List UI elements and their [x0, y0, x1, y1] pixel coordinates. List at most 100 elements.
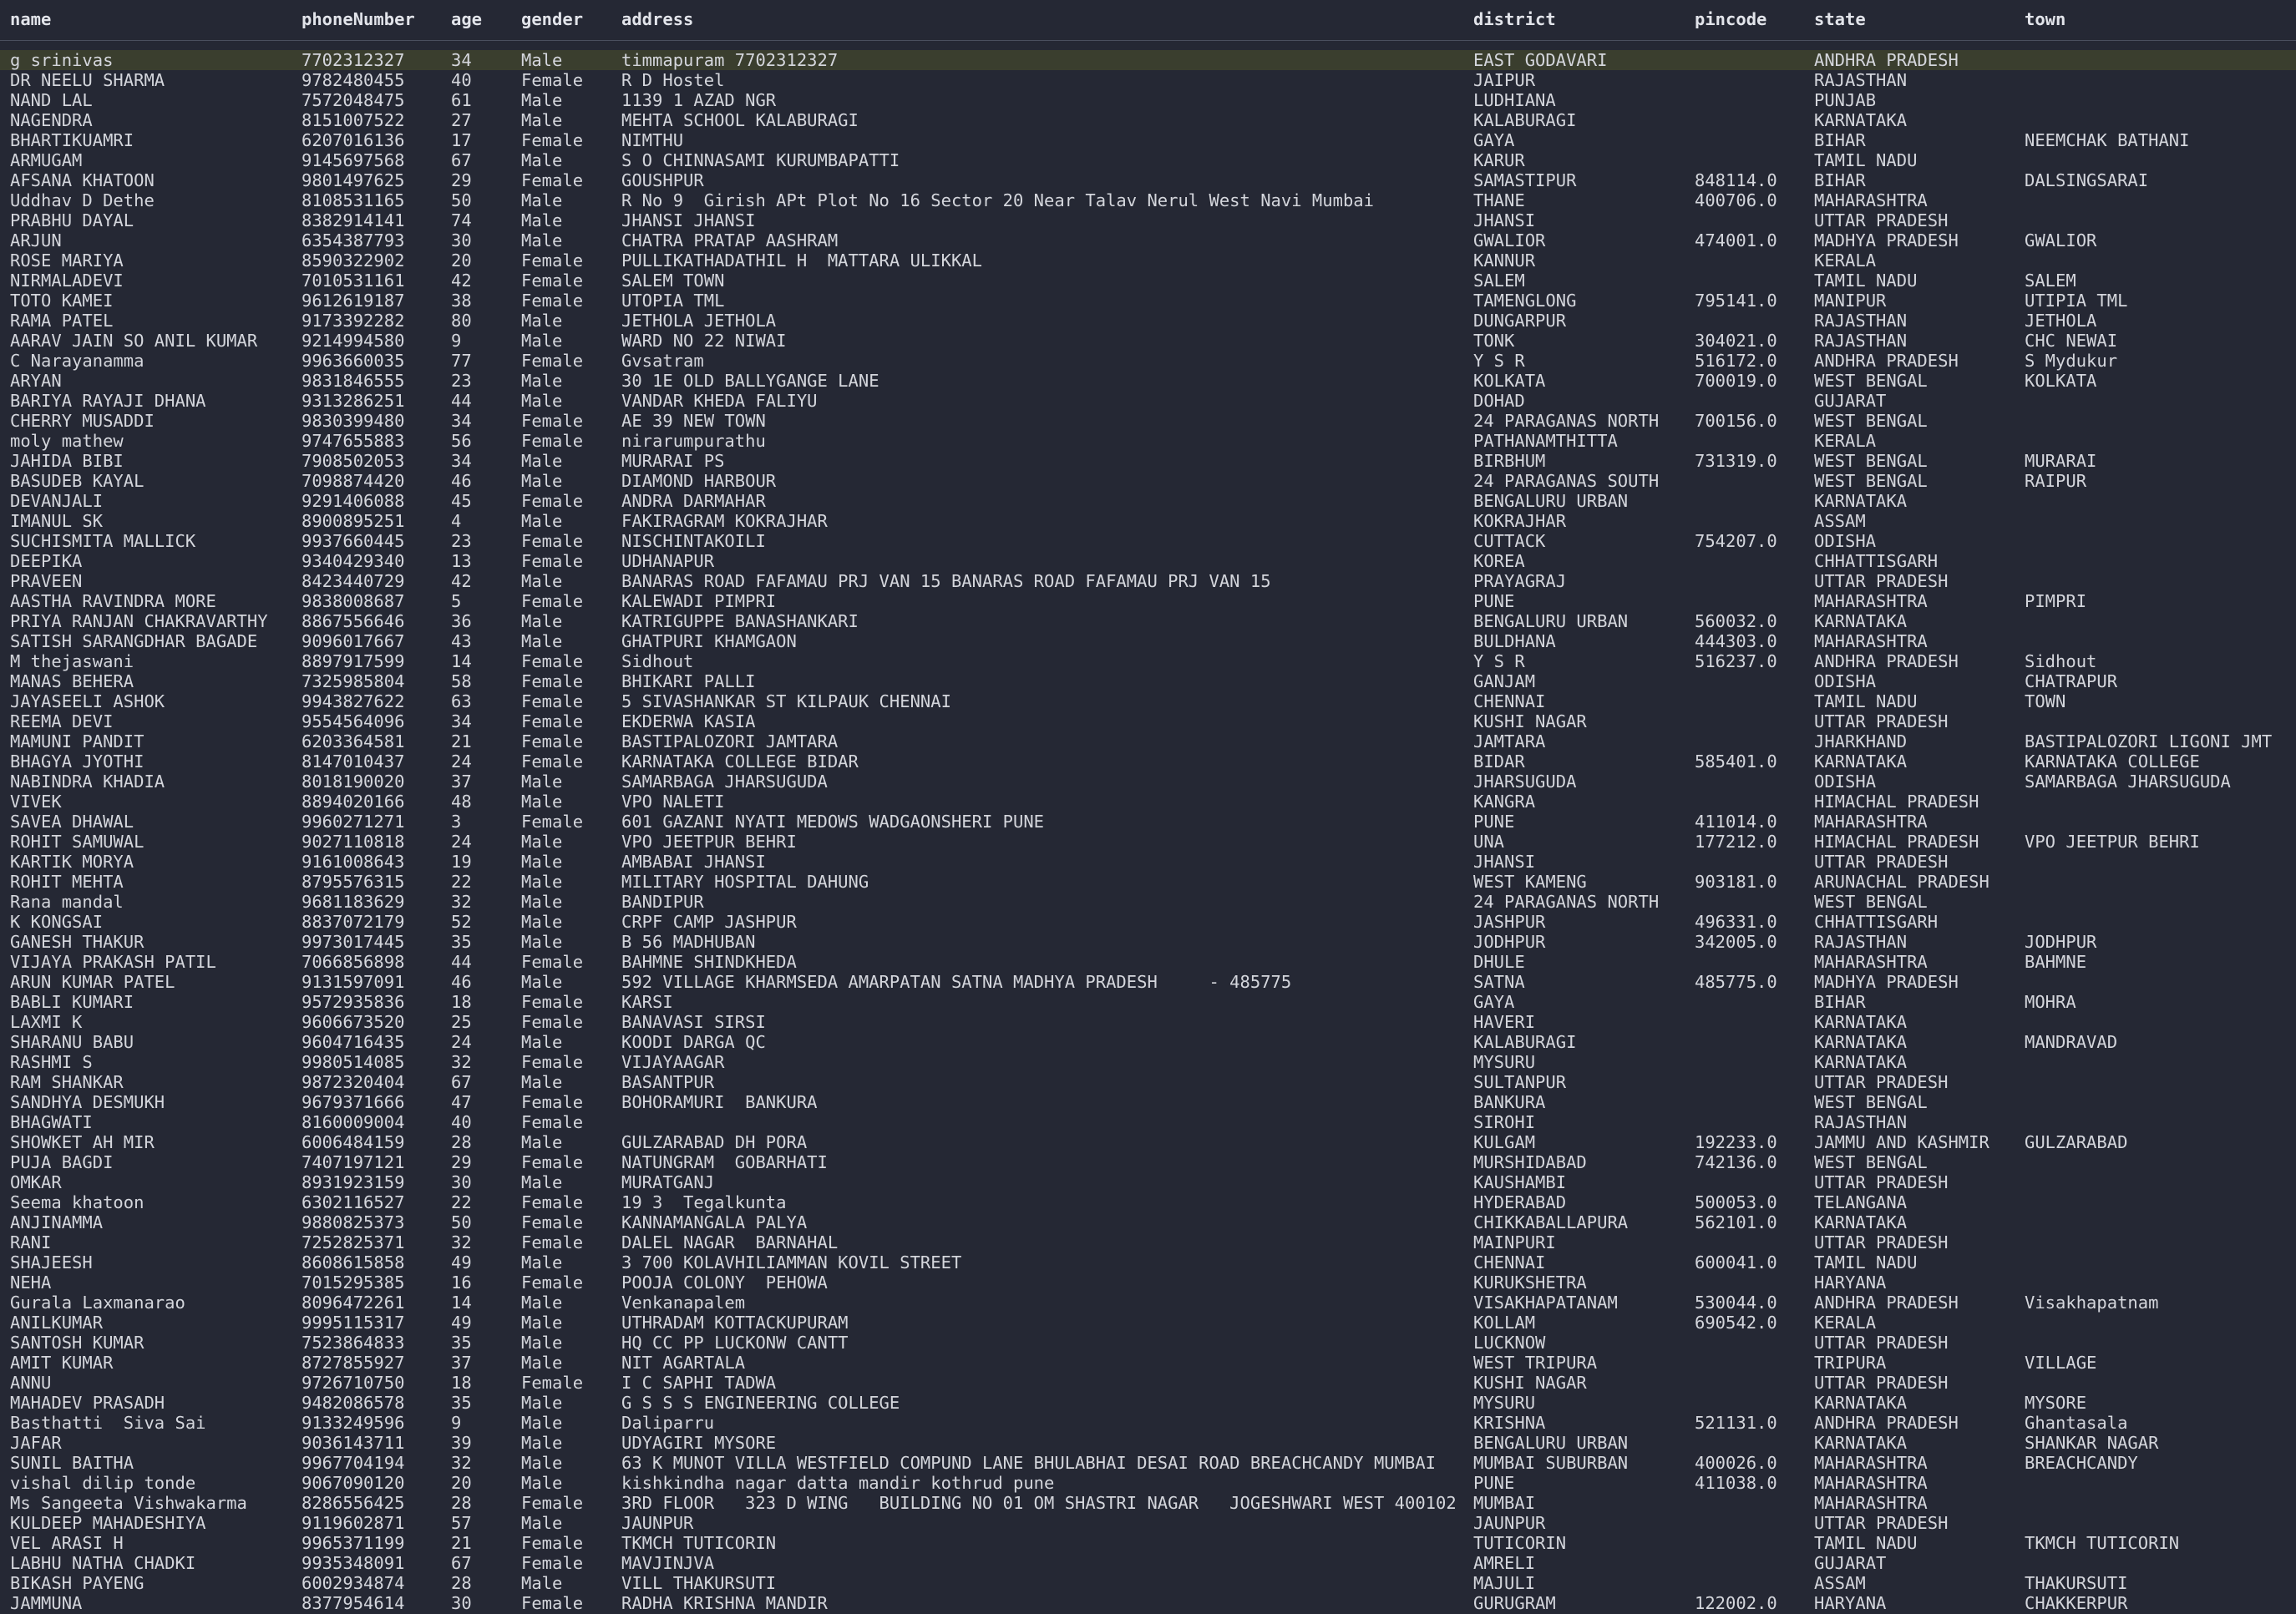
- table-row[interactable]: ARJUN 6354387793 30 Male CHATRA PRATAP AASHR…: [0, 230, 2296, 250]
- table-row[interactable]: BABLI KUMARI 9572935836 18 Female KARSI GAYA B…: [0, 992, 2296, 1012]
- table-row[interactable]: DEEPIKA 9340429340 13 Female UDHANAPUR KOREA C…: [0, 551, 2296, 571]
- table-row[interactable]: DEVANJALI 9291406088 45 Female ANDRA DARMAHA…: [0, 491, 2296, 511]
- column-header-town[interactable]: town: [2025, 9, 2065, 29]
- table-row[interactable]: KARTIK MORYA 9161008643 19 Male AMBABAI JHAN…: [0, 852, 2296, 872]
- table-row[interactable]: Rana mandal 9681183629 32 Male BANDIPUR 24 PA…: [0, 892, 2296, 912]
- table-row[interactable]: NIRMALADEVI 7010531161 42 Female SALEM TOWN S…: [0, 271, 2296, 291]
- table-row[interactable]: SANDHYA DESMUKH 9679371666 47 Female BOHORAM…: [0, 1092, 2296, 1112]
- table-row[interactable]: GANESH THAKUR 9973017445 35 Male B 56 MADHUB…: [0, 932, 2296, 952]
- column-header-state[interactable]: state: [1814, 9, 1866, 29]
- cell-address: ANDRA DARMAHAR: [621, 491, 766, 511]
- table-row[interactable]: SHOWKET AH MIR 6006484159 28 Male GULZARABAD…: [0, 1132, 2296, 1152]
- table-row[interactable]: ARYAN 9831846555 23 Male 30 1E OLD BALLYGANG…: [0, 371, 2296, 391]
- table-row[interactable]: DR NEELU SHARMA 9782480455 40 Female R D Hos…: [0, 70, 2296, 90]
- cell-address: PULLIKATHADATHIL H MATTARA ULIKKAL: [621, 250, 982, 271]
- table-row[interactable]: BHAGYA JYOTHI 8147010437 24 Female KARNATAKA…: [0, 751, 2296, 772]
- table-row[interactable]: g srinivas 7702312327 34 Male timmapuram 770…: [0, 50, 2296, 70]
- table-row[interactable]: CHERRY MUSADDI 9830399480 34 Female AE 39 NE…: [0, 411, 2296, 431]
- table-row[interactable]: RAMA PATEL 9173392282 80 Male JETHOLA JETHOL…: [0, 311, 2296, 331]
- cell-state: UTTAR PRADESH: [1814, 1232, 1949, 1252]
- table-row[interactable]: SUCHISMITA MALLICK 9937660445 23 Female NISC…: [0, 531, 2296, 551]
- table-row[interactable]: SANTOSH KUMAR 7523864833 35 Male HQ CC PP LU…: [0, 1333, 2296, 1353]
- table-row[interactable]: ROHIT SAMUWAL 9027110818 24 Male VPO JEETPUR…: [0, 832, 2296, 852]
- table-row[interactable]: AARAV JAIN SO ANIL KUMAR 9214994580 9 Male W…: [0, 331, 2296, 351]
- table-row[interactable]: BHAGWATI 8160009004 40 Female SIROHI RAJASTHA…: [0, 1112, 2296, 1132]
- table-row[interactable]: LABHU NATHA CHADKI 9935348091 67 Female MAVJ…: [0, 1553, 2296, 1573]
- table-row[interactable]: NABINDRA KHADIA 8018190020 37 Male SAMARBAGA…: [0, 772, 2296, 792]
- table-row[interactable]: PRAVEEN 8423440729 42 Male BANARAS ROAD FAFA…: [0, 571, 2296, 591]
- cell-address: MEHTA SCHOOL KALABURAGI: [621, 110, 859, 130]
- table-row[interactable]: ANJINAMMA 9880825373 50 Female KANNAMANGALA …: [0, 1212, 2296, 1232]
- table-row[interactable]: ROHIT MEHTA 8795576315 22 Male MILITARY HOSP…: [0, 872, 2296, 892]
- table-row[interactable]: Uddhav D Dethe 8108531165 50 Male R No 9 Gir…: [0, 190, 2296, 210]
- column-header-name[interactable]: name: [10, 9, 51, 29]
- table-row[interactable]: VEL ARASI H 9965371199 21 Female TKMCH TUTIC…: [0, 1533, 2296, 1553]
- table-row[interactable]: M thejaswani 8897917599 14 Female Sidhout Y S…: [0, 651, 2296, 671]
- table-row[interactable]: AMIT KUMAR 8727855927 37 Male NIT AGARTALA WE…: [0, 1353, 2296, 1373]
- table-row[interactable]: Ms Sangeeta Vishwakarma 8286556425 28 Femal…: [0, 1493, 2296, 1513]
- table-row[interactable]: NAGENDRA 8151007522 27 Male MEHTA SCHOOL KAL…: [0, 110, 2296, 130]
- table-row[interactable]: AASTHA RAVINDRA MORE 9838008687 5 Female KAL…: [0, 591, 2296, 611]
- cell-name: ROHIT SAMUWAL: [10, 832, 144, 852]
- table-row[interactable]: SUNIL BAITHA 9967704194 32 Male 63 K MUNOT V…: [0, 1453, 2296, 1473]
- table-row[interactable]: BHARTIKUAMRI 6207016136 17 Female NIMTHU GAYA…: [0, 130, 2296, 150]
- table-row[interactable]: SHARANU BABU 9604716435 24 Male KOODI DARGA …: [0, 1032, 2296, 1052]
- table-row[interactable]: vishal dilip tonde 9067090120 20 Male kishki…: [0, 1473, 2296, 1493]
- table-row[interactable]: AFSANA KHATOON 9801497625 29 Female GOUSHPUR…: [0, 170, 2296, 190]
- table-row[interactable]: moly mathew 9747655883 56 Female nirarumpura…: [0, 431, 2296, 451]
- table-row[interactable]: TOTO KAMEI 9612619187 38 Female UTOPIA TML TA…: [0, 291, 2296, 311]
- table-row[interactable]: JAYASEELI ASHOK 9943827622 63 Female 5 SIVAS…: [0, 691, 2296, 711]
- table-row[interactable]: PRIYA RANJAN CHAKRAVARTHY 8867556646 36 Mal…: [0, 611, 2296, 631]
- table-row[interactable]: ARMUGAM 9145697568 67 Male S O CHINNASAMI KU…: [0, 150, 2296, 170]
- table-row[interactable]: MANAS BEHERA 7325985804 58 Female BHIKARI PA…: [0, 671, 2296, 691]
- table-row[interactable]: MAHADEV PRASADH 9482086578 35 Male G S S S E…: [0, 1393, 2296, 1413]
- cell-gender: Female: [521, 992, 584, 1012]
- table-row[interactable]: PRABHU DAYAL 8382914141 74 Male JHANSI JHANS…: [0, 210, 2296, 230]
- column-header-address[interactable]: address: [621, 9, 693, 29]
- table-row[interactable]: RAM SHANKAR 9872320404 67 Male BASANTPUR SULT…: [0, 1072, 2296, 1092]
- table-row[interactable]: LAXMI K 9606673520 25 Female BANAVASI SIRSI H…: [0, 1012, 2296, 1032]
- table-row[interactable]: RANI 7252825371 32 Female DALEL NAGAR BARNAH…: [0, 1232, 2296, 1252]
- table-row[interactable]: RASHMI S 9980514085 32 Female VIJAYAAGAR MYSU…: [0, 1052, 2296, 1072]
- table-row[interactable]: SAVEA DHAWAL 9960271271 3 Female 601 GAZANI …: [0, 812, 2296, 832]
- table-row[interactable]: NEHA 7015295385 16 Female POOJA COLONY PEHOW…: [0, 1272, 2296, 1293]
- cell-pincode: 192233.0: [1695, 1132, 1777, 1152]
- table-row[interactable]: ROSE MARIYA 8590322902 20 Female PULLIKATHAD…: [0, 250, 2296, 271]
- table-row[interactable]: NAND LAL 7572048475 61 Male 1139 1 AZAD NGR L…: [0, 90, 2296, 110]
- table-row[interactable]: JAHIDA BIBI 7908502053 34 Male MURARAI PS BIR…: [0, 451, 2296, 471]
- column-header-age[interactable]: age: [451, 9, 482, 29]
- column-header-district[interactable]: district: [1473, 9, 1556, 29]
- table-row[interactable]: ARUN KUMAR PATEL 9131597091 46 Male 592 VILL…: [0, 972, 2296, 992]
- table-row[interactable]: VIVEK 8894020166 48 Male VPO NALETI KANGRA HIM…: [0, 792, 2296, 812]
- table-row[interactable]: ANILKUMAR 9995115317 49 Male UTHRADAM KOTTAC…: [0, 1313, 2296, 1333]
- table-row[interactable]: Seema khatoon 6302116527 22 Female 19 3 Tega…: [0, 1192, 2296, 1212]
- table-row[interactable]: BIKASH PAYENG 6002934874 28 Male VILL THAKUR…: [0, 1573, 2296, 1593]
- table-row[interactable]: BASUDEB KAYAL 7098874420 46 Male DIAMOND HAR…: [0, 471, 2296, 491]
- table-row[interactable]: IMANUL SK 8900895251 4 Male FAKIRAGRAM KOKRA…: [0, 511, 2296, 531]
- table-row[interactable]: K KONGSAI 8837072179 52 Male CRPF CAMP JASHP…: [0, 912, 2296, 932]
- cell-age: 46: [451, 972, 472, 992]
- table-row[interactable]: ANNU 9726710750 18 Female I C SAPHI TADWA KUS…: [0, 1373, 2296, 1393]
- cell-name: Seema khatoon: [10, 1192, 144, 1212]
- table-row[interactable]: JAMMUNA 8377954614 30 Female RADHA KRISHNA M…: [0, 1593, 2296, 1613]
- table-row[interactable]: SATISH SARANGDHAR BAGADE 9096017667 43 Male…: [0, 631, 2296, 651]
- table-row[interactable]: Basthatti Siva Sai 9133249596 9 Male Dalipar…: [0, 1413, 2296, 1433]
- cell-gender: Male: [521, 932, 563, 952]
- table-row[interactable]: PUJA BAGDI 7407197121 29 Female NATUNGRAM GO…: [0, 1152, 2296, 1172]
- table-row[interactable]: C Narayanamma 9963660035 77 Female Gvsatram Y…: [0, 351, 2296, 371]
- cell-name: BARIYA RAYAJI DHANA: [10, 391, 206, 411]
- table-row[interactable]: OMKAR 8931923159 30 Male MURATGANJ KAUSHAMBI U…: [0, 1172, 2296, 1192]
- column-header-gender[interactable]: gender: [521, 9, 583, 29]
- table-row[interactable]: REEMA DEVI 9554564096 34 Female EKDERWA KASI…: [0, 711, 2296, 731]
- cell-district: GAYA: [1473, 130, 1515, 150]
- table-row[interactable]: MAMUNI PANDIT 6203364581 21 Female BASTIPALO…: [0, 731, 2296, 751]
- table-row[interactable]: KULDEEP MAHADESHIYA 9119602871 57 Male JAUNP…: [0, 1513, 2296, 1533]
- column-header-phone[interactable]: phoneNumber: [302, 9, 415, 29]
- table-row[interactable]: VIJAYA PRAKASH PATIL 7066856898 44 Female BA…: [0, 952, 2296, 972]
- table-row[interactable]: Gurala Laxmanarao 8096472261 14 Male Venkana…: [0, 1293, 2296, 1313]
- cell-age: 52: [451, 912, 472, 932]
- column-header-pincode[interactable]: pincode: [1695, 9, 1766, 29]
- table-row[interactable]: BARIYA RAYAJI DHANA 9313286251 44 Male VANDA…: [0, 391, 2296, 411]
- table-row[interactable]: JAFAR 9036143711 39 Male UDYAGIRI MYSORE BENG…: [0, 1433, 2296, 1453]
- table-row[interactable]: SHAJEESH 8608615858 49 Male 3 700 KOLAVHILIA…: [0, 1252, 2296, 1272]
